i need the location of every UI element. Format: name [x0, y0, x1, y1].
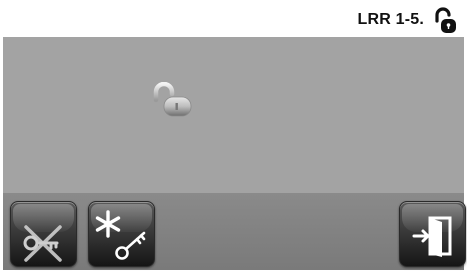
header-bar: LRR 1-5.: [3, 4, 464, 36]
padlock-open-icon: [435, 7, 456, 33]
page-title: LRR 1-5.: [357, 11, 424, 28]
exit-button[interactable]: [399, 201, 466, 267]
assign-key-button[interactable]: [88, 201, 155, 267]
footer-toolbar: [3, 193, 466, 270]
exit-door-icon: [412, 216, 452, 257]
delete-key-button[interactable]: [10, 201, 77, 267]
lock-screen: LRR 1-5.: [0, 0, 467, 273]
key-crossed-out-icon: [23, 225, 62, 262]
padlock-open-icon: [153, 82, 192, 117]
asterisk-key-icon: [95, 210, 146, 260]
main-display: [3, 37, 464, 193]
